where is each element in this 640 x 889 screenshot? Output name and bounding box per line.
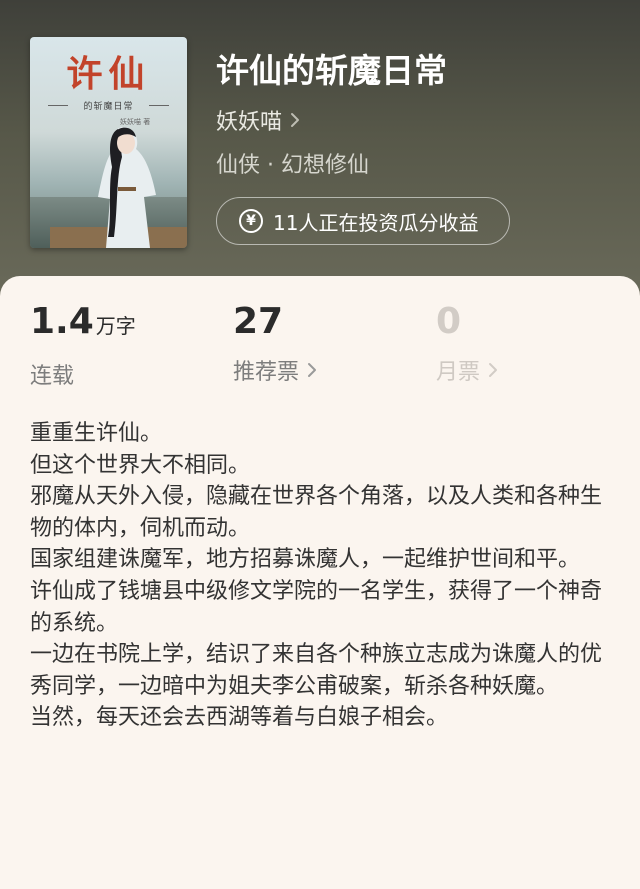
author-name: 妖妖喵 (216, 110, 283, 135)
book-cover[interactable]: 许仙 的斩魔日常 妖妖喵 著 (30, 37, 187, 248)
chevron-right-icon (308, 363, 317, 377)
monthly-ticket-count: 0 (436, 301, 462, 342)
author-link[interactable]: 妖妖喵 (216, 104, 300, 136)
book-genre[interactable]: 仙侠 · 幻想修仙 (216, 147, 369, 179)
description-paragraph: 一边在书院上学，结识了来自各个种族立志成为诛魔人的优秀同学，一边暗中为姐夫李公甫… (30, 642, 603, 699)
description-paragraph: 国家组建诛魔军，地方招募诛魔人，一起维护世间和平。 (30, 547, 581, 573)
book-detail-panel: 1.4 万字 连载 27 推荐票 0 月票 重重生许仙。 但这个世界大不相同。 邪… (0, 276, 640, 889)
monthly-ticket-label: 月票 (436, 360, 481, 385)
word-count-value: 1.4 万字 (30, 300, 136, 348)
book-title: 许仙的斩魔日常 (216, 51, 447, 90)
chevron-right-icon (489, 363, 498, 377)
cover-divider (149, 105, 169, 106)
cover-character-illustration (98, 127, 156, 248)
recommend-ticket-count: 27 (233, 301, 284, 342)
description-paragraph: 重重生许仙。 (30, 421, 163, 446)
monthly-ticket-link[interactable]: 月票 (436, 354, 498, 386)
chevron-right-icon (291, 113, 300, 127)
cover-title: 许仙 (66, 53, 151, 95)
word-count-stat: 1.4 万字 连载 (30, 300, 136, 390)
serial-status: 连载 (30, 364, 75, 389)
description-paragraph: 当然，每天还会去西湖等着与白娘子相会。 (30, 705, 449, 731)
description-paragraph: 许仙成了钱塘县中级修文学院的一名学生，获得了一个神奇的系统。 (30, 578, 603, 636)
recommend-ticket-stat[interactable]: 27 推荐票 (233, 300, 317, 386)
yen-circle-icon: ¥ (239, 209, 263, 233)
recommend-ticket-link[interactable]: 推荐票 (233, 354, 317, 386)
description-paragraph: 但这个世界大不相同。 (30, 452, 251, 478)
recommend-ticket-label: 推荐票 (233, 360, 300, 385)
invest-button-label: 11人正在投资瓜分收益 (273, 210, 479, 235)
word-count-unit: 万字 (95, 314, 136, 338)
cover-author: 妖妖喵 著 (120, 118, 151, 126)
book-description[interactable]: 重重生许仙。 但这个世界大不相同。 邪魔从天外入侵，隐藏在世界各个角落，以及人类… (30, 418, 615, 734)
monthly-ticket-stat[interactable]: 0 月票 (436, 300, 498, 386)
word-count-number: 1.4 (30, 301, 94, 342)
description-paragraph: 邪魔从天外入侵，隐藏在世界各个角落，以及人类和各种生物的体内，伺机而动。 (30, 484, 603, 541)
invest-button[interactable]: ¥ 11人正在投资瓜分收益 (216, 197, 510, 245)
